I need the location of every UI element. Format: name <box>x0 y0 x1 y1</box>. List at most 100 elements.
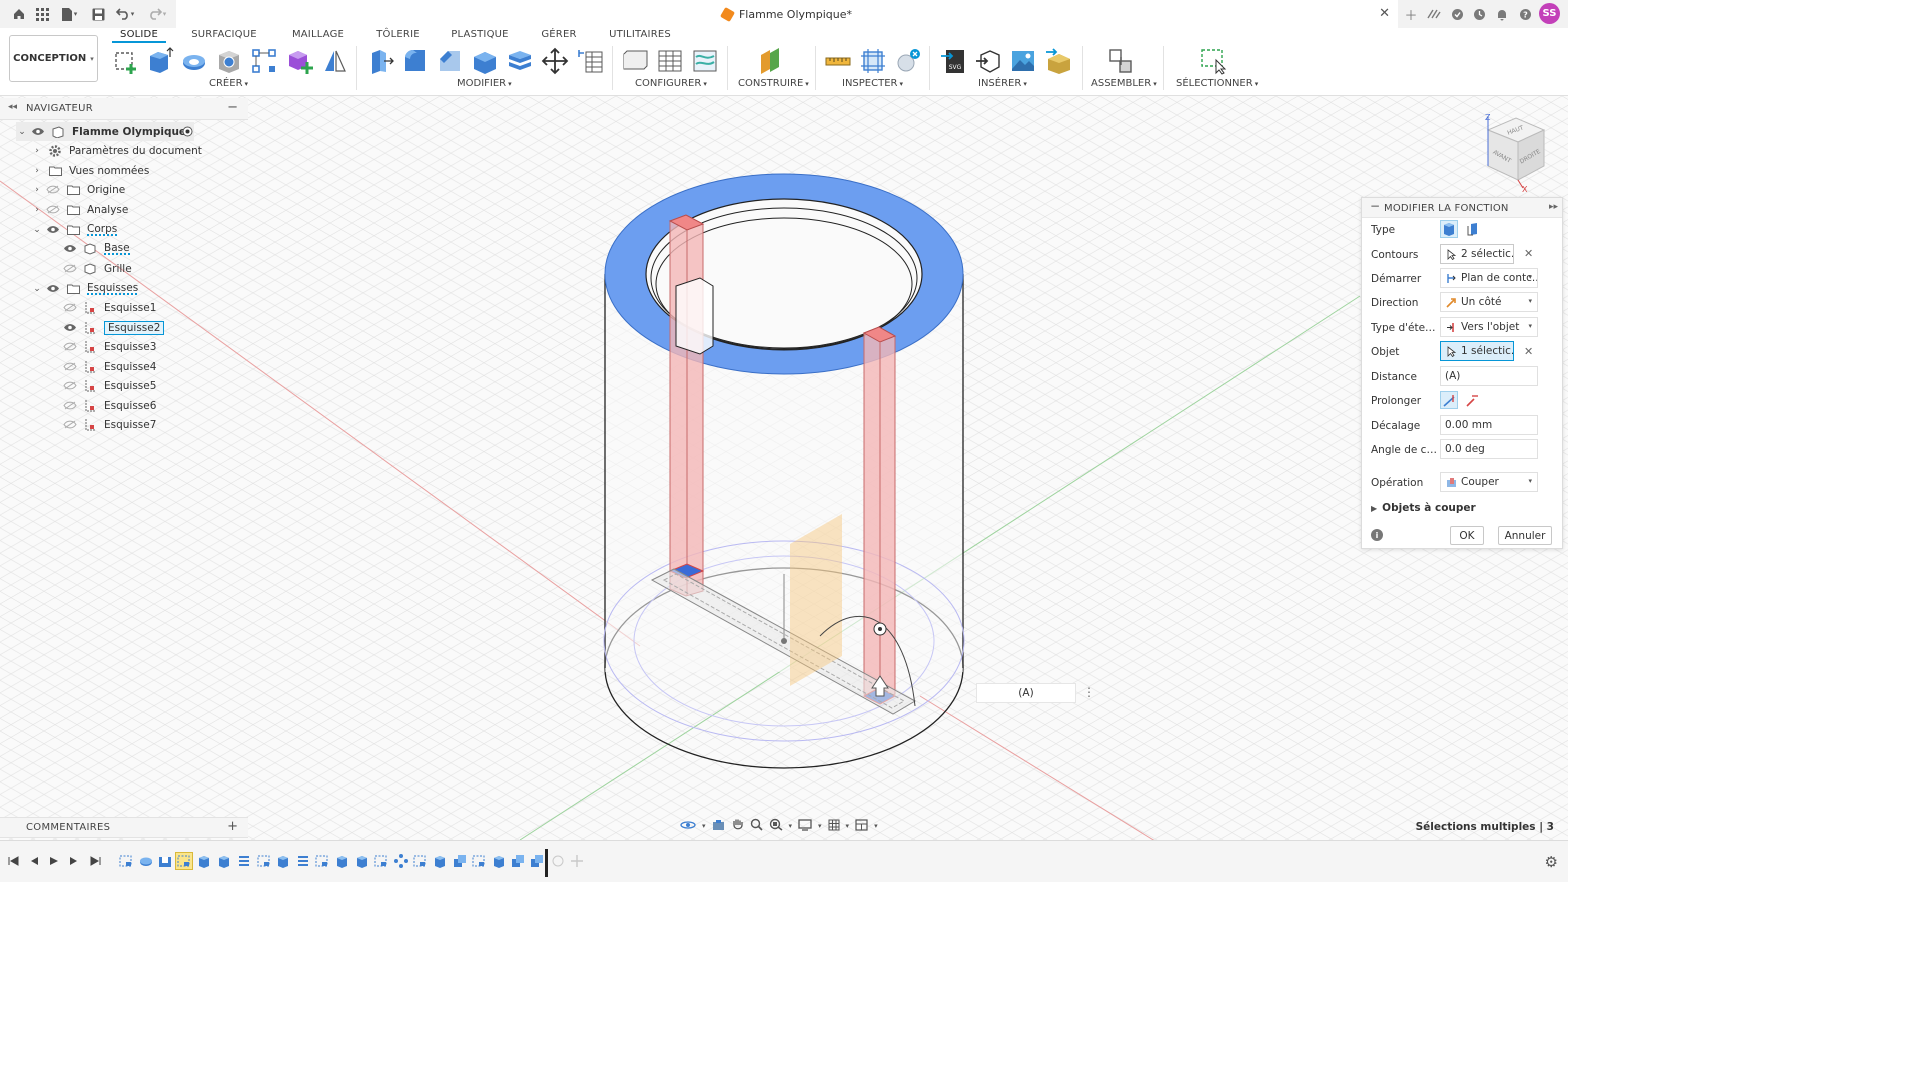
extrude-icon[interactable] <box>146 47 174 75</box>
timeline-pattern-icon[interactable] <box>236 853 252 869</box>
timeline-circular-pattern-icon[interactable] <box>393 853 409 869</box>
eye-hidden-icon[interactable] <box>62 263 78 275</box>
timeline-combine-icon[interactable] <box>529 853 545 869</box>
offset-plane-icon[interactable] <box>756 47 784 75</box>
redo-icon[interactable]: ▾ <box>145 5 169 23</box>
tree-item-esquisse6[interactable]: Esquisse6 <box>48 396 156 415</box>
extent-type-dropdown[interactable]: Vers l'objet ▾ <box>1440 317 1538 337</box>
hole-icon[interactable] <box>215 47 243 75</box>
timeline-shell-icon[interactable] <box>157 853 173 869</box>
eye-hidden-icon[interactable] <box>62 400 78 412</box>
press-pull-icon[interactable] <box>366 47 394 75</box>
right-rib[interactable] <box>862 326 897 705</box>
notifications-bell-icon[interactable] <box>1493 5 1511 23</box>
chevron-down-icon[interactable]: ⌄ <box>31 225 43 235</box>
file-menu-icon[interactable]: ▾ <box>58 5 80 23</box>
chevron-right-icon[interactable]: › <box>31 166 43 176</box>
eye-hidden-icon[interactable] <box>62 419 78 431</box>
tab-plastique[interactable]: PLASTIQUE <box>446 29 514 43</box>
eye-icon[interactable] <box>30 126 46 138</box>
eye-icon[interactable] <box>62 243 78 255</box>
more-options-icon[interactable]: ⋮ <box>1083 685 1095 699</box>
tree-item-analyse[interactable]: › Analyse <box>31 200 128 219</box>
collapse-panel-icon[interactable]: ◂◂ <box>8 102 17 112</box>
tree-item-parametres[interactable]: › Paramètres du document <box>31 141 202 160</box>
revolve-icon[interactable] <box>180 47 208 75</box>
tree-item-corps[interactable]: ⌄ Corps <box>31 220 118 239</box>
expand-dialog-icon[interactable]: ▸▸ <box>1549 202 1558 212</box>
operation-dropdown[interactable]: Couper ▾ <box>1440 472 1538 492</box>
timeline-pending-icon[interactable] <box>550 853 566 869</box>
tree-item-esquisse2[interactable]: Esquisse2 <box>48 318 165 337</box>
chevron-down-icon[interactable]: ▾ <box>874 822 878 830</box>
configure-table-icon[interactable] <box>621 47 649 75</box>
chevron-right-icon[interactable]: › <box>31 185 43 195</box>
timeline-extrude-icon[interactable] <box>216 853 232 869</box>
add-comment-icon[interactable]: + <box>227 819 238 834</box>
measure-icon[interactable] <box>824 47 852 75</box>
timeline-settings-gear-icon[interactable]: ⚙ <box>1545 853 1558 871</box>
top-ring-face[interactable] <box>604 173 964 375</box>
go-to-start-icon[interactable] <box>6 854 20 868</box>
tree-item-esquisse5[interactable]: Esquisse5 <box>48 376 156 395</box>
timeline-extrude-icon[interactable] <box>354 853 370 869</box>
prolonger-min-icon[interactable] <box>1463 391 1481 409</box>
group-selectionner[interactable]: SÉLECTIONNER ▾ <box>1176 78 1258 89</box>
decalage-field[interactable]: 0.00 mm <box>1440 415 1538 435</box>
contours-select-button[interactable]: 2 sélectic... <box>1440 244 1514 264</box>
close-tab-icon[interactable]: ✕ <box>1379 6 1390 21</box>
tree-item-base[interactable]: Base <box>48 239 130 258</box>
tree-item-esquisse3[interactable]: Esquisse3 <box>48 337 156 356</box>
eye-hidden-icon[interactable] <box>62 302 78 314</box>
tree-item-origine[interactable]: › Origine <box>31 180 125 199</box>
help-icon[interactable]: ? <box>1516 5 1534 23</box>
configure-theme-icon[interactable] <box>691 47 719 75</box>
step-back-icon[interactable] <box>27 854 41 868</box>
timeline-sketch-icon[interactable] <box>256 853 272 869</box>
go-to-end-icon[interactable] <box>88 854 102 868</box>
zoom-icon[interactable] <box>750 818 763 834</box>
tree-item-esquisse1[interactable]: Esquisse1 <box>48 298 156 317</box>
create-sketch-icon[interactable] <box>112 47 140 75</box>
group-inspecter[interactable]: INSPECTER ▾ <box>842 78 903 89</box>
insert-mesh-icon[interactable] <box>974 47 1002 75</box>
group-configurer[interactable]: CONFIGURER ▾ <box>635 78 707 89</box>
timeline-sketch-icon[interactable] <box>118 853 134 869</box>
direction-dropdown[interactable]: Un côté ▾ <box>1440 292 1538 312</box>
timeline-pattern-icon[interactable] <box>295 853 311 869</box>
prolonger-extend-icon[interactable] <box>1440 391 1458 409</box>
tree-item-esquisse4[interactable]: Esquisse4 <box>48 357 156 376</box>
timeline-combine-icon[interactable] <box>452 853 468 869</box>
angle-field[interactable]: 0.0 deg <box>1440 439 1538 459</box>
extensions-icon[interactable] <box>1425 5 1443 23</box>
home-icon[interactable] <box>10 5 28 23</box>
timeline-sketch-active-icon[interactable] <box>175 852 193 870</box>
apps-grid-icon[interactable] <box>33 5 51 23</box>
type-thin-extrude-icon[interactable] <box>1464 220 1482 238</box>
move-copy-icon[interactable] <box>541 47 569 75</box>
chevron-down-icon[interactable]: ▾ <box>789 822 793 830</box>
grid-settings-icon[interactable] <box>828 819 840 834</box>
ok-button[interactable]: OK <box>1450 526 1484 545</box>
combine-icon[interactable] <box>506 47 534 75</box>
timeline-combine-icon[interactable] <box>510 853 526 869</box>
tree-item-esquisse7[interactable]: Esquisse7 <box>48 415 156 434</box>
create-form-icon[interactable] <box>286 47 314 75</box>
timeline-sketch-icon[interactable] <box>412 853 428 869</box>
chamfer-icon[interactable] <box>436 47 464 75</box>
timeline-move-icon[interactable] <box>569 853 585 869</box>
timeline-extrude-icon[interactable] <box>334 853 350 869</box>
section-analysis-icon[interactable] <box>894 47 922 75</box>
group-construire[interactable]: CONSTRUIRE ▾ <box>738 78 809 89</box>
tree-item-vues[interactable]: › Vues nommées <box>31 161 149 180</box>
eye-hidden-icon[interactable] <box>62 361 78 373</box>
chevron-right-icon[interactable]: › <box>31 205 43 215</box>
minimize-icon[interactable]: − <box>1370 199 1380 213</box>
fillet-icon[interactable] <box>401 47 429 75</box>
timeline-marker[interactable] <box>545 849 548 877</box>
assemble-joint-icon[interactable] <box>1107 47 1135 75</box>
new-tab-icon[interactable]: ＋ <box>1402 5 1420 24</box>
timeline-sketch-icon[interactable] <box>471 853 487 869</box>
configure-rows-icon[interactable] <box>656 47 684 75</box>
insert-canvas-icon[interactable] <box>1009 47 1037 75</box>
